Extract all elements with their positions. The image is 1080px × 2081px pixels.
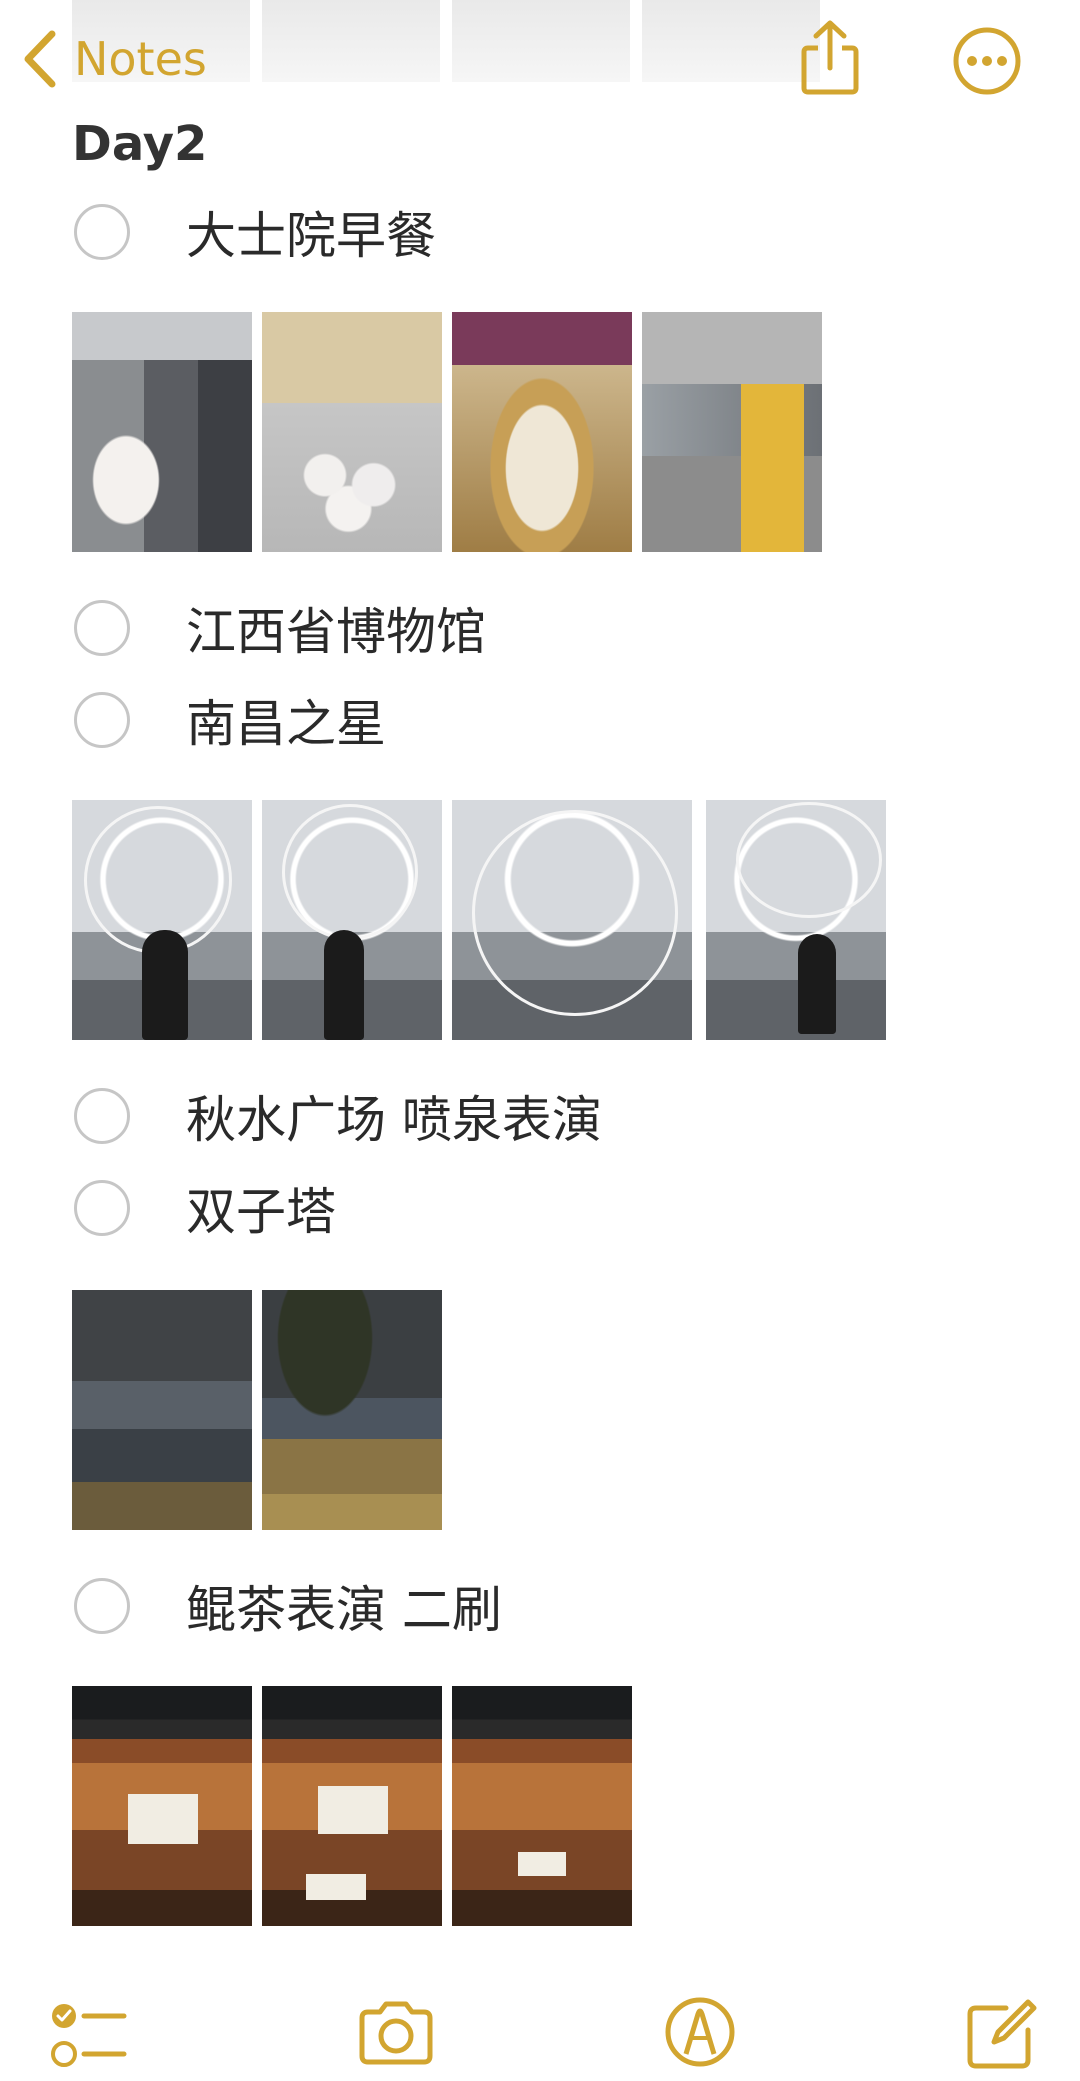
photo-thumbnail[interactable]	[706, 800, 886, 1040]
markup-pen-icon[interactable]	[664, 1996, 736, 2068]
back-button[interactable]: Notes	[22, 30, 207, 88]
photo-detail	[798, 934, 836, 1034]
checklist-item[interactable]: 双子塔	[74, 1176, 336, 1241]
checklist-item-text[interactable]: 大士院早餐	[186, 196, 436, 268]
photo-detail	[518, 1852, 566, 1876]
photo-detail	[282, 804, 418, 940]
checkbox-circle[interactable]	[74, 692, 130, 748]
note-title[interactable]: Day2	[72, 116, 207, 172]
photo-detail	[306, 1874, 366, 1900]
checklist-item[interactable]: 秋水广场 喷泉表演	[74, 1084, 602, 1149]
photo-thumbnail[interactable]	[72, 1686, 252, 1926]
checkbox-circle[interactable]	[74, 204, 130, 260]
photo-detail	[736, 802, 882, 918]
photo-thumbnail[interactable]	[642, 312, 822, 552]
checkbox-circle[interactable]	[74, 600, 130, 656]
checkbox-circle[interactable]	[74, 1088, 130, 1144]
checkbox-circle[interactable]	[74, 1578, 130, 1634]
photo-thumbnail[interactable]	[72, 800, 252, 1040]
photo-thumbnail[interactable]	[72, 312, 252, 552]
compose-icon[interactable]	[964, 1996, 1040, 2072]
checklist-item[interactable]: 鲲茶表演 二刷	[74, 1574, 502, 1639]
camera-icon[interactable]	[356, 2000, 436, 2066]
photo-thumbnail[interactable]	[262, 800, 442, 1040]
photo-thumbnail[interactable]	[262, 1290, 442, 1530]
photo-thumbnail[interactable]	[262, 312, 442, 552]
share-icon[interactable]	[798, 18, 862, 96]
checklist-item-text[interactable]: 南昌之星	[186, 684, 386, 756]
photo-thumbnail[interactable]	[452, 800, 692, 1040]
checklist-item[interactable]: 大士院早餐	[74, 200, 436, 265]
chevron-left-icon	[24, 30, 56, 88]
checklist-item[interactable]: 江西省博物馆	[74, 596, 486, 661]
checklist-item[interactable]: 南昌之星	[74, 688, 386, 753]
photo-detail	[318, 1786, 388, 1834]
checklist-icon[interactable]	[50, 2002, 130, 2070]
more-icon[interactable]	[952, 26, 1022, 96]
checklist-item-text[interactable]: 鲲茶表演 二刷	[186, 1570, 502, 1642]
checklist-item-text[interactable]: 双子塔	[186, 1172, 336, 1244]
photo-detail	[324, 930, 364, 1040]
photo-thumbnail[interactable]	[72, 1290, 252, 1530]
checklist-item-text[interactable]: 江西省博物馆	[186, 592, 486, 664]
photo-thumbnail[interactable]	[262, 1686, 442, 1926]
photo-detail	[128, 1794, 198, 1844]
photo-thumbnail[interactable]	[452, 1686, 632, 1926]
checkbox-circle[interactable]	[74, 1180, 130, 1236]
photo-detail	[472, 810, 678, 1016]
photo-thumbnail[interactable]	[452, 312, 632, 552]
checklist-item-text[interactable]: 秋水广场 喷泉表演	[186, 1080, 602, 1152]
navigation-bar: Notes	[0, 0, 1080, 120]
back-label: Notes	[74, 32, 207, 86]
photo-detail	[142, 930, 188, 1040]
